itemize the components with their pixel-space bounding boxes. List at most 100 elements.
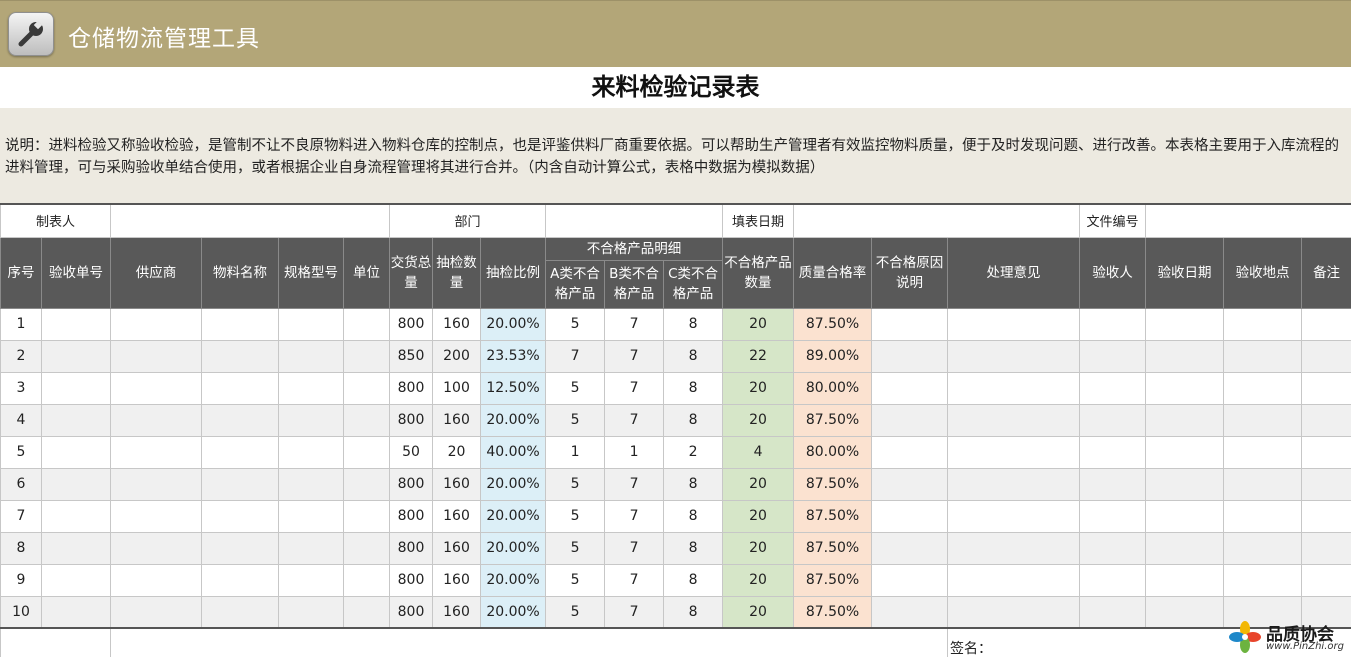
cell-inspect-date[interactable] — [1145, 403, 1225, 437]
cell-order-no[interactable] — [40, 435, 112, 469]
cell-remark[interactable] — [1301, 499, 1351, 533]
cell-order-no[interactable] — [40, 339, 112, 373]
dept-field[interactable] — [545, 203, 724, 238]
cell-reason[interactable] — [871, 595, 949, 629]
cell-unit[interactable] — [343, 339, 391, 373]
cell-material[interactable] — [201, 435, 280, 469]
cell-defect-c[interactable]: 8 — [663, 499, 724, 533]
cell-defect-b[interactable]: 7 — [604, 531, 665, 565]
cell-inspect-date[interactable] — [1145, 563, 1225, 597]
cell-defect-b[interactable]: 7 — [604, 563, 665, 597]
cell-inspector[interactable] — [1079, 531, 1147, 565]
cell-sampled[interactable]: 160 — [432, 307, 482, 341]
preparer-field[interactable] — [110, 203, 391, 238]
cell-spec[interactable] — [278, 563, 345, 597]
cell-defect-a[interactable]: 5 — [545, 499, 606, 533]
cell-remark[interactable] — [1301, 403, 1351, 437]
cell-defect-a[interactable]: 5 — [545, 595, 606, 629]
cell-defect-c[interactable]: 8 — [663, 403, 724, 437]
cell-sampled[interactable]: 160 — [432, 467, 482, 501]
cell-sampled[interactable]: 20 — [432, 435, 482, 469]
cell-opinion[interactable] — [947, 467, 1081, 501]
cell-inspector[interactable] — [1079, 435, 1147, 469]
cell-supplier[interactable] — [110, 339, 203, 373]
cell-location[interactable] — [1223, 371, 1303, 405]
cell-unit[interactable] — [343, 499, 391, 533]
cell-unit[interactable] — [343, 531, 391, 565]
cell-material[interactable] — [201, 403, 280, 437]
cell-reason[interactable] — [871, 467, 949, 501]
cell-unit[interactable] — [343, 307, 391, 341]
cell-delivered[interactable]: 800 — [389, 403, 434, 437]
cell-defect-c[interactable]: 8 — [663, 531, 724, 565]
cell-sampled[interactable]: 160 — [432, 499, 482, 533]
cell-reason[interactable] — [871, 339, 949, 373]
cell-material[interactable] — [201, 563, 280, 597]
cell-remark[interactable] — [1301, 563, 1351, 597]
cell-remark[interactable] — [1301, 371, 1351, 405]
cell-defect-c[interactable]: 8 — [663, 595, 724, 629]
cell-defect-c[interactable]: 2 — [663, 435, 724, 469]
cell-location[interactable] — [1223, 403, 1303, 437]
cell-inspector[interactable] — [1079, 371, 1147, 405]
cell-supplier[interactable] — [110, 403, 203, 437]
cell-inspect-date[interactable] — [1145, 339, 1225, 373]
cell-reason[interactable] — [871, 307, 949, 341]
cell-order-no[interactable] — [40, 371, 112, 405]
cell-location[interactable] — [1223, 499, 1303, 533]
cell-defect-c[interactable]: 8 — [663, 563, 724, 597]
cell-order-no[interactable] — [40, 563, 112, 597]
cell-sampled[interactable]: 160 — [432, 595, 482, 629]
cell-remark[interactable] — [1301, 307, 1351, 341]
cell-opinion[interactable] — [947, 435, 1081, 469]
cell-inspector[interactable] — [1079, 595, 1147, 629]
cell-spec[interactable] — [278, 499, 345, 533]
cell-supplier[interactable] — [110, 499, 203, 533]
cell-spec[interactable] — [278, 467, 345, 501]
docno-field[interactable] — [1145, 203, 1351, 238]
cell-remark[interactable] — [1301, 467, 1351, 501]
cell-order-no[interactable] — [40, 499, 112, 533]
cell-inspector[interactable] — [1079, 339, 1147, 373]
cell-defect-a[interactable]: 5 — [545, 403, 606, 437]
cell-unit[interactable] — [343, 595, 391, 629]
cell-sampled[interactable]: 160 — [432, 403, 482, 437]
cell-defect-b[interactable]: 7 — [604, 499, 665, 533]
cell-inspector[interactable] — [1079, 307, 1147, 341]
cell-material[interactable] — [201, 339, 280, 373]
cell-defect-c[interactable]: 8 — [663, 371, 724, 405]
cell-defect-c[interactable]: 8 — [663, 467, 724, 501]
cell-sampled[interactable]: 160 — [432, 563, 482, 597]
cell-location[interactable] — [1223, 339, 1303, 373]
cell-defect-b[interactable]: 7 — [604, 595, 665, 629]
cell-sampled[interactable]: 100 — [432, 371, 482, 405]
cell-order-no[interactable] — [40, 403, 112, 437]
cell-opinion[interactable] — [947, 371, 1081, 405]
cell-location[interactable] — [1223, 467, 1303, 501]
cell-material[interactable] — [201, 499, 280, 533]
cell-reason[interactable] — [871, 563, 949, 597]
cell-supplier[interactable] — [110, 467, 203, 501]
cell-unit[interactable] — [343, 467, 391, 501]
cell-unit[interactable] — [343, 371, 391, 405]
cell-inspector[interactable] — [1079, 563, 1147, 597]
cell-supplier[interactable] — [110, 563, 203, 597]
cell-delivered[interactable]: 800 — [389, 499, 434, 533]
cell-defect-b[interactable]: 7 — [604, 467, 665, 501]
cell-material[interactable] — [201, 595, 280, 629]
cell-opinion[interactable] — [947, 339, 1081, 373]
cell-supplier[interactable] — [110, 435, 203, 469]
cell-defect-a[interactable]: 5 — [545, 307, 606, 341]
cell-defect-a[interactable]: 7 — [545, 339, 606, 373]
cell-defect-c[interactable]: 8 — [663, 307, 724, 341]
cell-inspect-date[interactable] — [1145, 531, 1225, 565]
date-field[interactable] — [793, 203, 1081, 238]
cell-reason[interactable] — [871, 371, 949, 405]
cell-defect-a[interactable]: 5 — [545, 531, 606, 565]
cell-material[interactable] — [201, 531, 280, 565]
cell-reason[interactable] — [871, 531, 949, 565]
cell-delivered[interactable]: 800 — [389, 307, 434, 341]
cell-spec[interactable] — [278, 307, 345, 341]
cell-unit[interactable] — [343, 403, 391, 437]
cell-spec[interactable] — [278, 339, 345, 373]
